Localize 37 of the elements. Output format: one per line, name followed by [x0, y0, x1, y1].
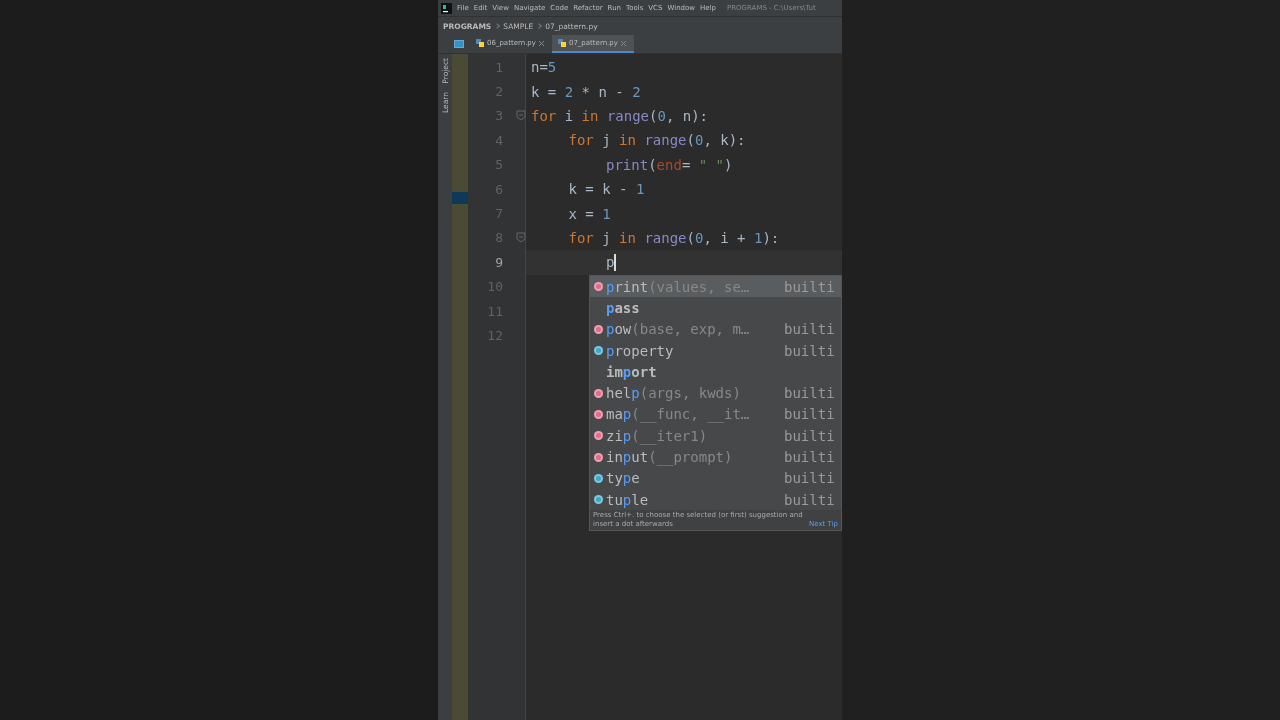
- python-file-icon: [557, 39, 566, 47]
- completion-item[interactable]: map(__func, __it… builti: [590, 403, 841, 426]
- code-line: x = 1: [567, 205, 611, 222]
- symbol-icon: [594, 495, 603, 505]
- symbol-icon: [594, 452, 603, 462]
- fold-icon[interactable]: [516, 232, 526, 244]
- completion-item[interactable]: zip(__iter1) builti: [590, 425, 841, 447]
- symbol-icon: [594, 388, 603, 398]
- python-file-icon: [476, 39, 484, 47]
- completion-item[interactable]: tuple builti: [590, 488, 841, 511]
- completion-item[interactable]: pass: [590, 297, 841, 319]
- line-number: 9: [495, 254, 503, 270]
- close-icon[interactable]: [620, 40, 626, 46]
- symbol-icon: [594, 324, 603, 334]
- code-line: for j in range(0, k):: [567, 132, 746, 149]
- fold-icon[interactable]: [516, 110, 526, 122]
- code-line: for i in range(0, n):: [530, 107, 709, 124]
- code-line: p: [605, 253, 616, 272]
- completion-item[interactable]: import: [590, 361, 841, 383]
- symbol-icon: [594, 346, 603, 356]
- app-logo-icon: [441, 2, 452, 14]
- close-icon[interactable]: [538, 40, 544, 46]
- panel-icon[interactable]: [454, 40, 464, 48]
- code-line: k = k - 1: [567, 181, 645, 198]
- code-line: n=5: [530, 59, 557, 76]
- completion-item[interactable]: help(args, kwds) builti: [590, 382, 841, 404]
- code-line: for j in range(0, i + 1):: [567, 229, 780, 246]
- completion-item[interactable]: input(__prompt) builti: [590, 446, 841, 468]
- symbol-icon: [594, 282, 603, 292]
- symbol-icon: [594, 473, 603, 483]
- code-line: print(end= " "): [605, 156, 733, 173]
- symbol-icon: [594, 431, 603, 441]
- completion-item[interactable]: type builti: [590, 467, 841, 489]
- completion-item[interactable]: pow(base, exp, m… builti: [590, 318, 841, 340]
- code-line: k = 2 * n - 2: [530, 83, 641, 100]
- completion-item[interactable]: p roperty builti: [590, 339, 841, 362]
- symbol-icon: [594, 409, 603, 419]
